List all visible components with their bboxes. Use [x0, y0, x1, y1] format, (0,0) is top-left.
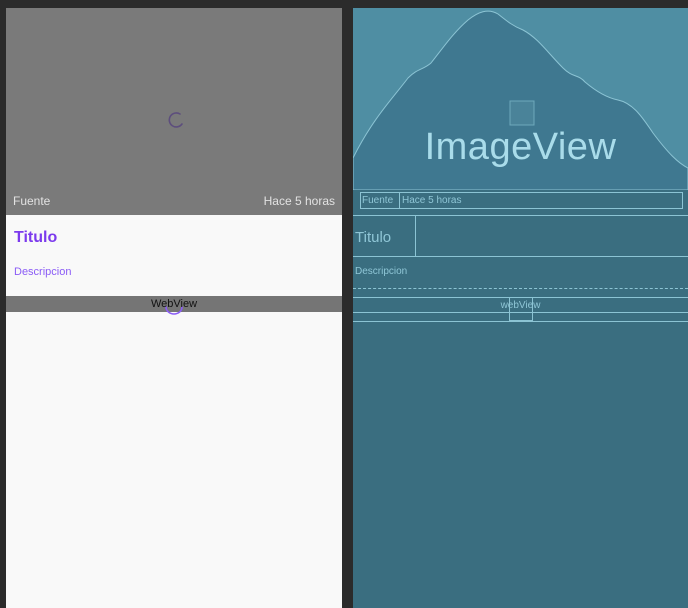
- source-label: Fuente: [13, 194, 51, 208]
- imageview-label: ImageView: [424, 126, 617, 168]
- time-label: Hace 5 horas: [263, 194, 335, 208]
- source-blueprint-label: Fuente: [362, 195, 394, 206]
- webview-bottom-line: [353, 321, 688, 322]
- imageview-placeholder[interactable]: ImageView: [353, 8, 688, 190]
- webview-label: WebView: [150, 298, 198, 310]
- loading-spinner-icon: [168, 112, 183, 128]
- card-title: Titulo: [14, 229, 58, 246]
- header-image: Fuente Hace 5 horas: [6, 8, 342, 215]
- title-blueprint-label: Titulo: [355, 229, 392, 246]
- blueprint-preview: ImageView Fuente Hace 5 horas Titulo Des…: [353, 8, 688, 608]
- pane-divider[interactable]: [342, 8, 352, 608]
- webview-blueprint-label: webView: [500, 300, 541, 311]
- design-preview: Fuente Hace 5 horas Titulo Descripcion W…: [6, 8, 342, 608]
- description-dashed-line: [353, 288, 688, 289]
- time-blueprint-label: Hace 5 horas: [402, 195, 462, 206]
- description-blueprint-label: Descripcion: [355, 266, 408, 277]
- card-description: Descripcion: [14, 266, 72, 278]
- title-row-box: [353, 215, 688, 257]
